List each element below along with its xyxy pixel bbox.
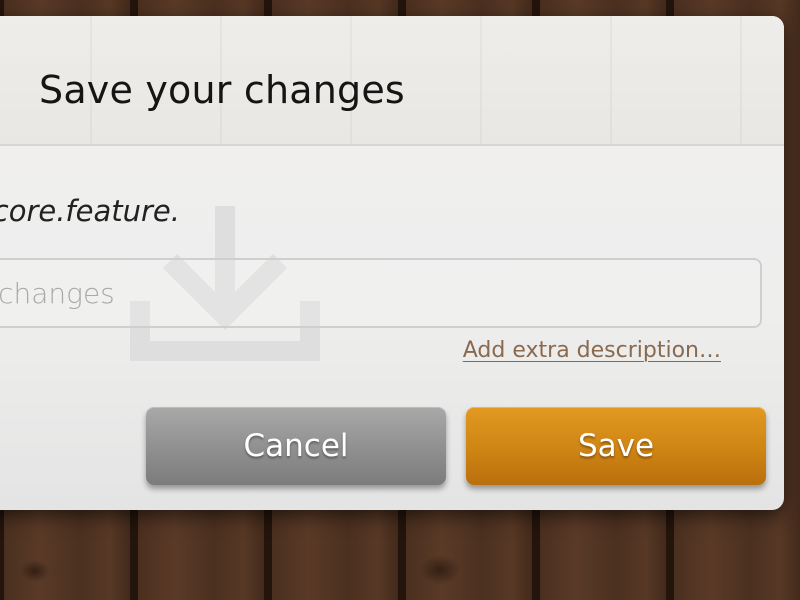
save-changes-dialog: Save your changes core.feature. Add extr… [0,16,784,510]
summary-input[interactable] [0,258,762,328]
dialog-message: core.feature. [0,194,180,228]
wood-knot-decoration [20,560,50,582]
wood-knot-decoration [420,555,460,585]
message-text: core.feature. [0,194,180,228]
cancel-button[interactable]: Cancel [146,407,446,485]
dialog-title: Save your changes [39,68,405,112]
add-extra-description-link[interactable]: Add extra description… [463,338,721,363]
save-button[interactable]: Save [466,407,766,485]
dialog-header: Save your changes [0,16,784,146]
